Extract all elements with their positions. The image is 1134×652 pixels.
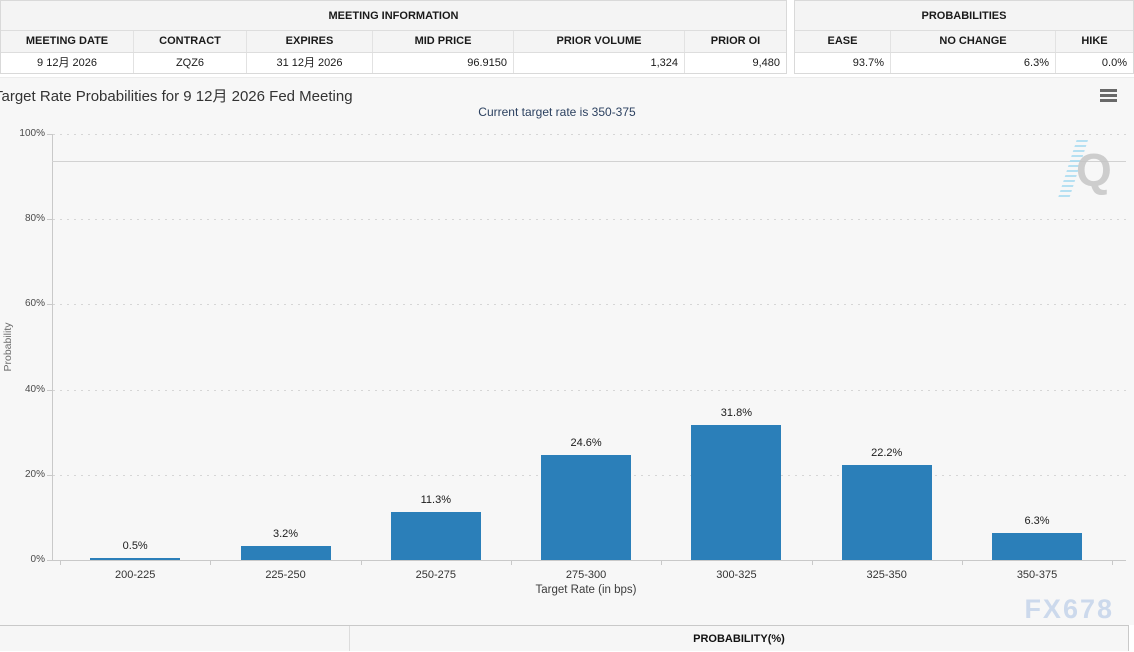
x-axis-tick	[210, 560, 211, 565]
col-mid-price: MID PRICE	[373, 31, 514, 52]
chart-bar[interactable]	[842, 465, 932, 560]
chart-bar[interactable]	[541, 455, 631, 560]
col-hike: HIKE	[1056, 31, 1133, 52]
ease-threshold-line	[52, 161, 1126, 162]
col-prior-volume: PRIOR VOLUME	[514, 31, 685, 52]
x-axis-tick-label: 275-300	[531, 569, 641, 581]
y-axis-tick	[47, 304, 52, 305]
probabilities-header-row: EASE NO CHANGE HIKE	[795, 31, 1133, 53]
x-axis-tick	[962, 560, 963, 565]
footer-probability-header: PROBABILITY(%)	[350, 626, 1128, 651]
bar-value-label: 22.2%	[837, 447, 937, 459]
bar-value-label: 6.3%	[987, 515, 1087, 527]
x-axis-tick	[511, 560, 512, 565]
chart-bar[interactable]	[241, 546, 331, 560]
col-contract: CONTRACT	[134, 31, 247, 52]
bar-value-label: 3.2%	[236, 528, 336, 540]
col-expires: EXPIRES	[247, 31, 373, 52]
bar-value-label: 0.5%	[85, 540, 185, 552]
meeting-date-value: 9 12月 2026	[1, 53, 134, 73]
y-axis-title: Probability	[2, 322, 14, 371]
y-axis-tick-label: 40%	[2, 384, 45, 395]
meeting-information-data-row: 9 12月 2026 ZQZ6 31 12月 2026 96.9150 1,32…	[1, 53, 786, 73]
x-axis-tick	[361, 560, 362, 565]
x-axis-tick-label: 325-350	[832, 569, 942, 581]
x-axis-line	[52, 560, 1126, 561]
x-axis-tick	[60, 560, 61, 565]
chart-bar[interactable]	[992, 533, 1082, 560]
y-axis-tick	[47, 475, 52, 476]
prior-volume-value: 1,324	[514, 53, 685, 73]
y-axis-tick	[47, 560, 52, 561]
contract-value: ZQZ6	[134, 53, 247, 73]
q-logo-letter: Q	[1076, 146, 1112, 194]
y-axis-tick	[47, 390, 52, 391]
prior-oi-value: 9,480	[685, 53, 786, 73]
x-axis-tick-label: 350-375	[982, 569, 1092, 581]
col-prior-oi: PRIOR OI	[685, 31, 786, 52]
x-axis-tick-label: 200-225	[80, 569, 190, 581]
probabilities-table: PROBABILITIES EASE NO CHANGE HIKE 93.7% …	[794, 0, 1134, 74]
meeting-information-header-row: MEETING DATE CONTRACT EXPIRES MID PRICE …	[1, 31, 786, 53]
ease-value: 93.7%	[795, 53, 891, 73]
horizontal-gridline	[53, 219, 1126, 220]
mid-price-value: 96.9150	[373, 53, 514, 73]
bar-value-label: 31.8%	[686, 407, 786, 419]
expires-value: 31 12月 2026	[247, 53, 373, 73]
y-axis-tick	[47, 134, 52, 135]
probabilities-title: PROBABILITIES	[795, 1, 1133, 31]
horizontal-gridline	[53, 134, 1126, 135]
fx678-watermark: FX678	[1024, 594, 1114, 625]
y-axis-tick-label: 0%	[2, 554, 45, 565]
col-ease: EASE	[795, 31, 891, 52]
meeting-information-table: MEETING INFORMATION MEETING DATE CONTRAC…	[0, 0, 787, 74]
chart-bar[interactable]	[691, 425, 781, 561]
horizontal-gridline	[53, 390, 1126, 391]
x-axis-tick-label: 300-325	[681, 569, 791, 581]
y-axis-tick-label: 80%	[2, 213, 45, 224]
probabilities-data-row: 93.7% 6.3% 0.0%	[795, 53, 1133, 73]
x-axis-title: Target Rate (in bps)	[536, 584, 637, 596]
no-change-value: 6.3%	[891, 53, 1056, 73]
chart-bar[interactable]	[90, 558, 180, 560]
target-rate-chart-panel: Target Rate Probabilities for 9 12月 2026…	[0, 77, 1134, 625]
x-axis-tick	[1112, 560, 1113, 565]
chart-plot-area: 0% 20% 40% 60% 80% 100% 0.5% 200-225 3.2% 225-250…	[0, 78, 1134, 626]
x-axis-tick-label: 250-275	[381, 569, 491, 581]
col-no-change: NO CHANGE	[891, 31, 1056, 52]
y-axis-tick-label: 20%	[2, 469, 45, 480]
y-axis-tick-label: 60%	[2, 298, 45, 309]
chart-bar[interactable]	[391, 512, 481, 560]
bar-value-label: 24.6%	[536, 437, 636, 449]
y-axis-tick	[47, 219, 52, 220]
bar-value-label: 11.3%	[386, 494, 486, 506]
x-axis-tick	[812, 560, 813, 565]
x-axis-tick	[661, 560, 662, 565]
y-axis-line	[52, 134, 53, 560]
footer-empty-cell	[0, 626, 350, 651]
hike-value: 0.0%	[1056, 53, 1133, 73]
quikstrike-q-logo-watermark: Q	[1058, 138, 1118, 200]
y-axis-tick-label: 100%	[2, 128, 45, 139]
meeting-information-title: MEETING INFORMATION	[1, 1, 786, 31]
horizontal-gridline	[53, 304, 1126, 305]
col-meeting-date: MEETING DATE	[1, 31, 134, 52]
x-axis-tick-label: 225-250	[231, 569, 341, 581]
probability-table-footer: PROBABILITY(%)	[0, 625, 1129, 651]
